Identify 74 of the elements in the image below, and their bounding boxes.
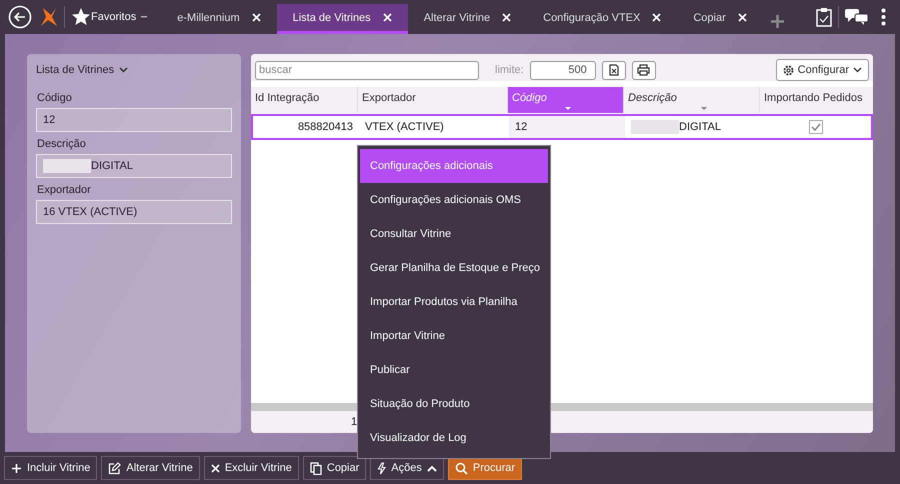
menu-item[interactable]: Importar Vitrine <box>360 319 548 353</box>
chevron-icon <box>853 67 862 73</box>
table-cell: DIGITAL <box>679 121 721 133</box>
chevron-icon[interactable] <box>119 67 128 73</box>
field-label: Descrição <box>37 138 87 150</box>
caret-up-icon <box>426 464 437 472</box>
gear-icon <box>782 64 794 76</box>
tab[interactable]: Copiar <box>677 4 763 34</box>
menu-item[interactable]: Configurações adicionais OMS <box>360 183 548 217</box>
check-icon <box>811 123 821 131</box>
column-header[interactable]: Código <box>507 87 623 113</box>
toolbar-button[interactable]: Copiar <box>302 456 366 480</box>
column-header[interactable]: Descrição <box>623 87 759 113</box>
copy-icon <box>310 462 322 474</box>
close-icon[interactable] <box>738 13 747 22</box>
export-button[interactable] <box>602 60 626 80</box>
input-field[interactable]: 12 <box>36 108 232 132</box>
limit-field[interactable]: 500 <box>530 60 596 80</box>
table-cell-text: 858820413 <box>296 121 354 133</box>
plus-icon[interactable] <box>770 14 784 28</box>
tab[interactable]: Alterar Vitrine <box>408 4 528 34</box>
sort-icon <box>565 107 571 110</box>
table-cell-text: VTEX (ACTIVE) <box>364 121 445 133</box>
sort-icon <box>701 107 707 110</box>
favorites-menu[interactable]: Favoritos <box>91 11 148 23</box>
field-value: DIGITAL <box>91 160 133 172</box>
column-header[interactable]: Importando Pedidos <box>759 87 873 113</box>
menu-item[interactable]: Visualizador de Log <box>360 421 548 455</box>
menu-item[interactable]: Publicar <box>360 353 548 387</box>
close-icon <box>210 464 220 472</box>
menu-item[interactable]: Consultar Vitrine <box>360 217 548 251</box>
checkbox[interactable] <box>809 120 823 134</box>
search-icon <box>454 462 468 474</box>
page-number[interactable]: 1 <box>351 416 358 428</box>
limit-label: limite: <box>495 64 524 76</box>
field-label: Código <box>37 92 73 104</box>
input-field[interactable]: DIGITAL <box>36 154 232 178</box>
field-label: Exportador <box>37 184 92 196</box>
search-field[interactable]: buscar <box>255 60 479 80</box>
close-icon[interactable] <box>502 13 512 22</box>
table-row[interactable]: 858820413 VTEX (ACTIVE) 12 DIGITAL <box>251 114 873 140</box>
chat-icon[interactable] <box>845 8 869 26</box>
toolbar-button[interactable]: Excluir Vitrine <box>204 456 299 480</box>
menu-item[interactable]: Configurações adicionais <box>360 149 548 183</box>
logo-icon <box>40 6 58 28</box>
tab[interactable]: Configuração VTEX <box>527 4 678 34</box>
star-icon[interactable] <box>71 7 91 27</box>
plus-icon <box>11 462 22 474</box>
menu-item[interactable]: Situação do Produto <box>360 387 548 421</box>
toolbar-button[interactable]: Alterar Vitrine <box>101 456 200 480</box>
print-button[interactable] <box>632 60 656 80</box>
printer-icon <box>637 64 650 76</box>
tab[interactable]: Lista de Vitrines <box>276 4 408 34</box>
caret-icon <box>141 16 148 18</box>
edit-icon <box>108 462 122 474</box>
back-icon[interactable] <box>8 5 32 29</box>
redaction-block <box>631 120 679 134</box>
table-cell: 12 <box>509 116 625 138</box>
redaction-block <box>43 159 91 173</box>
configure-button[interactable]: Configurar <box>776 59 869 81</box>
tab[interactable]: e-Millennium <box>161 4 277 34</box>
column-header[interactable]: Id Integração <box>251 87 357 113</box>
more-icon[interactable] <box>881 8 886 26</box>
bolt-icon <box>377 462 386 474</box>
menu-item[interactable]: Gerar Planilha de Estoque e Preço <box>360 251 548 285</box>
clipboard-icon[interactable] <box>816 7 832 27</box>
excel-icon <box>608 64 619 76</box>
close-icon[interactable] <box>252 13 261 22</box>
exporter-select[interactable]: 16 VTEX (ACTIVE) <box>36 200 232 224</box>
close-icon[interactable] <box>382 13 392 22</box>
toolbar-button[interactable]: Incluir Vitrine <box>4 456 98 480</box>
close-icon[interactable] <box>652 13 662 22</box>
menu-item[interactable]: Importar Produtos via Planilha <box>360 285 548 319</box>
panel-title[interactable]: Lista de Vitrines <box>36 64 114 76</box>
